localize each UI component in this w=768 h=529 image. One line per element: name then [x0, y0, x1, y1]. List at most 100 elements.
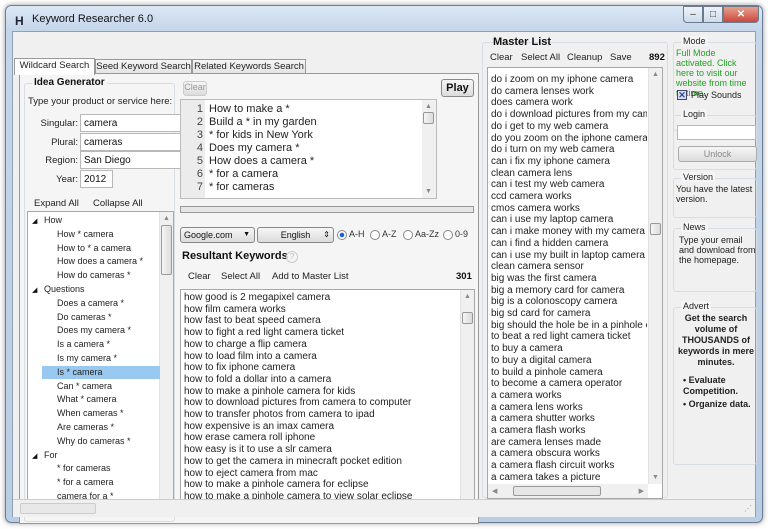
- result-item[interactable]: how good is 2 megapixel camera: [184, 292, 330, 304]
- result-item[interactable]: how to make a pinhole camera for eclipse: [184, 479, 369, 491]
- master-item[interactable]: can i find a hidden camera: [491, 238, 647, 250]
- master-item[interactable]: do you zoom on the iphone camera: [491, 133, 647, 145]
- master-item[interactable]: can i use my laptop camera: [491, 214, 647, 226]
- scroll-thumb[interactable]: [161, 225, 172, 275]
- tree-item[interactable]: Is my camera *: [57, 352, 117, 366]
- master-item[interactable]: a camera lens works: [491, 402, 647, 414]
- result-item[interactable]: how to fight a red light camera ticket: [184, 327, 344, 339]
- maximize-button[interactable]: □: [703, 6, 723, 23]
- master-item[interactable]: big is a colonoscopy camera: [491, 296, 647, 308]
- master-item[interactable]: a camera shutter works: [491, 413, 647, 425]
- editor-clear-button[interactable]: Clear: [183, 81, 207, 96]
- tree-scrollbar[interactable]: ▲▼: [159, 212, 173, 516]
- master-item[interactable]: can i fix my iphone camera: [491, 156, 647, 168]
- tab-wildcard-search[interactable]: Wildcard Search: [14, 58, 95, 75]
- master-item[interactable]: clean camera sensor: [491, 261, 647, 273]
- hscroll-thumb[interactable]: [513, 486, 601, 496]
- master-item[interactable]: big sd card for camera: [491, 308, 647, 320]
- editor-line[interactable]: Does my camera *: [209, 142, 299, 155]
- editor-line[interactable]: Build a * in my garden: [209, 116, 317, 129]
- master-item[interactable]: cmos camera works: [491, 203, 647, 215]
- results-scrollbar[interactable]: ▲▼: [460, 290, 474, 514]
- singular-input[interactable]: camera: [80, 114, 182, 132]
- play-sounds-checkbox[interactable]: ✕: [677, 90, 687, 100]
- resultant-keywords-list[interactable]: ▲▼ how good is 2 megapixel camerahow fil…: [180, 289, 475, 515]
- tab-seed-keyword-search[interactable]: Seed Keyword Search: [95, 59, 192, 74]
- plural-input[interactable]: cameras: [80, 133, 182, 151]
- search-engine-select[interactable]: Google.com ▼: [180, 227, 255, 243]
- help-icon[interactable]: ?: [286, 251, 298, 263]
- pattern-tree[interactable]: ▲▼ ◢HowHow * cameraHow to * a cameraHow …: [27, 211, 174, 517]
- tab-related-keywords-search[interactable]: Related Keywords Search: [192, 59, 306, 74]
- master-item[interactable]: do i download pictures from my camera: [491, 109, 647, 121]
- expand-all-button[interactable]: Expand All: [34, 198, 79, 209]
- cleanup-button[interactable]: Cleanup: [567, 52, 602, 63]
- master-item[interactable]: big should the hole be in a pinhole came…: [491, 320, 647, 332]
- master-item[interactable]: big was the first camera: [491, 273, 647, 285]
- login-input[interactable]: [677, 125, 756, 140]
- master-item[interactable]: clean camera lens: [491, 168, 647, 180]
- close-button[interactable]: ✕: [723, 6, 759, 23]
- editor-scrollbar[interactable]: ▲ ▼: [422, 100, 436, 198]
- master-select-all-button[interactable]: Select All: [521, 52, 560, 63]
- play-button[interactable]: Play: [441, 79, 474, 97]
- master-hscrollbar[interactable]: ◀ ▶: [488, 484, 648, 498]
- editor-line[interactable]: * for cameras: [209, 181, 274, 194]
- master-item[interactable]: do i turn on my web camera: [491, 144, 647, 156]
- tree-item[interactable]: How do cameras *: [57, 269, 131, 283]
- resize-grip-icon[interactable]: ⋰: [744, 504, 752, 513]
- master-item[interactable]: big a memory card for camera: [491, 285, 647, 297]
- master-clear-button[interactable]: Clear: [490, 52, 513, 63]
- result-item[interactable]: how to fold a dollar into a camera: [184, 374, 331, 386]
- tree-item[interactable]: * for a camera: [57, 476, 114, 490]
- tree-item[interactable]: When cameras *: [57, 407, 124, 421]
- tree-item[interactable]: Questions: [44, 283, 85, 297]
- master-item[interactable]: does camera work: [491, 97, 647, 109]
- result-item[interactable]: how to transfer photos from camera to ip…: [184, 409, 375, 421]
- result-item[interactable]: how expensive is an imax camera: [184, 421, 334, 433]
- result-item[interactable]: how to get the camera in minecraft pocke…: [184, 456, 402, 468]
- master-item[interactable]: do camera lenses work: [491, 86, 647, 98]
- tree-item[interactable]: How does a camera *: [57, 255, 143, 269]
- tree-item[interactable]: * for cameras: [57, 462, 111, 476]
- expand-triangle-icon[interactable]: ◢: [32, 217, 37, 225]
- master-item[interactable]: can i test my web camera: [491, 179, 647, 191]
- master-item[interactable]: to become a camera operator: [491, 378, 647, 390]
- tree-item[interactable]: Can * camera: [57, 380, 112, 394]
- pattern-editor[interactable]: ▲ ▼ 1 How to make a * 2 Build a * in my gard…: [180, 99, 437, 199]
- tree-item[interactable]: Why do cameras *: [57, 435, 131, 449]
- master-item[interactable]: a camera flash circuit works: [491, 460, 647, 472]
- minimize-button[interactable]: –: [683, 6, 703, 23]
- tree-item[interactable]: How: [44, 214, 62, 228]
- unlock-button[interactable]: Unlock: [678, 146, 757, 162]
- add-to-master-list-button[interactable]: Add to Master List: [272, 271, 349, 282]
- editor-line[interactable]: * for kids in New York: [209, 129, 313, 142]
- master-item[interactable]: are camera lenses made: [491, 437, 647, 449]
- collapse-all-button[interactable]: Collapse All: [93, 198, 143, 209]
- result-item[interactable]: how to download pictures from camera to …: [184, 397, 411, 409]
- master-item[interactable]: ccd camera works: [491, 191, 647, 203]
- result-item[interactable]: how erase camera roll iphone: [184, 432, 315, 444]
- master-item[interactable]: to buy a camera: [491, 343, 647, 355]
- master-scrollbar[interactable]: ▲ ▼: [648, 68, 662, 484]
- results-select-all-button[interactable]: Select All: [221, 271, 260, 282]
- scroll-thumb[interactable]: [462, 312, 473, 324]
- master-list[interactable]: ▲ ▼ ◀ ▶ do i zoom on my iphone camera do ca…: [487, 67, 663, 499]
- tree-item[interactable]: For: [44, 449, 58, 463]
- expand-triangle-icon[interactable]: ◢: [32, 452, 37, 460]
- master-item[interactable]: a camera takes a picture: [491, 472, 647, 484]
- result-item[interactable]: how easy is it to use a slr camera: [184, 444, 332, 456]
- year-input[interactable]: 2012: [80, 170, 113, 188]
- expand-triangle-icon[interactable]: ◢: [32, 286, 37, 294]
- master-item[interactable]: a camera obscura works: [491, 448, 647, 460]
- master-item[interactable]: do i get to my web camera: [491, 121, 647, 133]
- tree-item[interactable]: How * camera: [57, 228, 114, 242]
- master-item[interactable]: to beat a red light camera ticket: [491, 331, 647, 343]
- region-input[interactable]: San Diego: [80, 151, 182, 169]
- master-item[interactable]: a camera flash works: [491, 425, 647, 437]
- master-item[interactable]: do i zoom on my iphone camera: [491, 74, 647, 86]
- master-item[interactable]: to buy a digital camera: [491, 355, 647, 367]
- tree-item[interactable]: How to * a camera: [57, 242, 131, 256]
- result-item[interactable]: how to load film into a camera: [184, 351, 317, 363]
- tree-item[interactable]: Does my camera *: [57, 324, 131, 338]
